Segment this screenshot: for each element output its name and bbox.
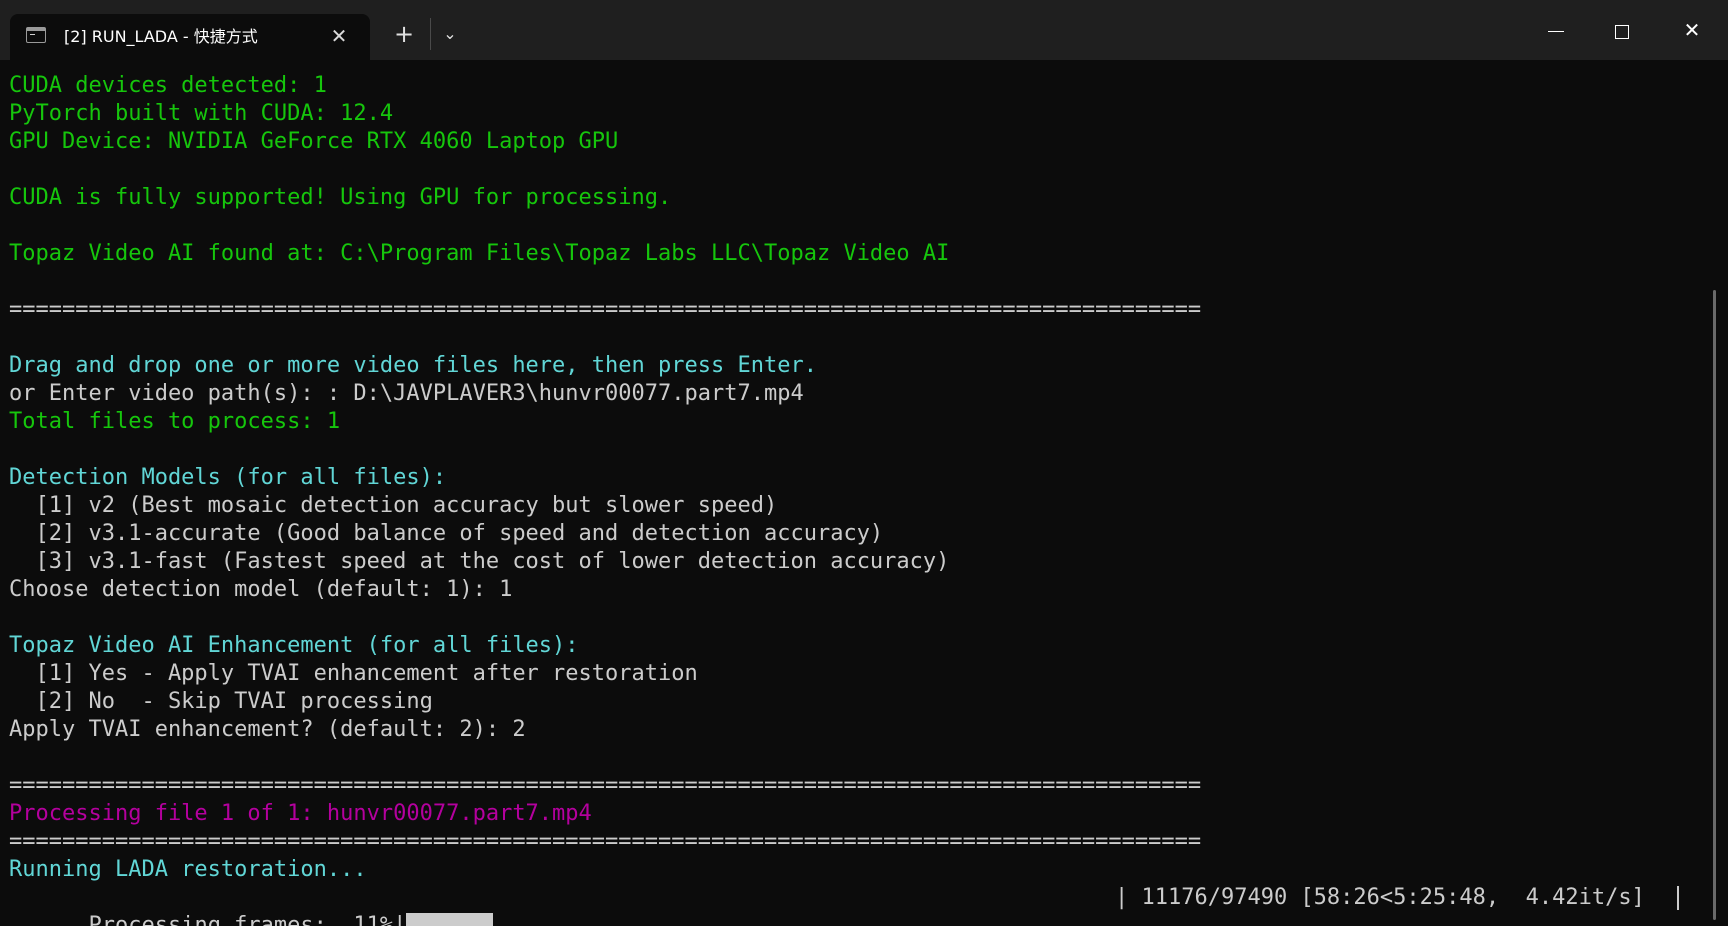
title-bar: [2] RUN_LADA - 快捷方式 ✕ + ⌄ ✕ — [0, 0, 1728, 60]
scrollbar[interactable] — [1713, 290, 1716, 920]
progress-label: Processing frames: 11%| — [88, 913, 407, 926]
maximize-icon — [1615, 24, 1629, 39]
terminal-line: Topaz Video AI Enhancement (for all file… — [9, 633, 579, 658]
terminal-window: [2] RUN_LADA - 快捷方式 ✕ + ⌄ ✕ CUDA devices… — [0, 0, 1728, 926]
terminal-line: [2] No - Skip TVAI processing — [9, 689, 433, 714]
terminal-line: Topaz Video AI found at: C:\Program File… — [9, 241, 950, 266]
terminal-line: Detection Models (for all files): — [9, 465, 447, 490]
tab-close-icon[interactable]: ✕ — [328, 25, 350, 47]
terminal-line: Processing file 1 of 1: hunvr00077.part7… — [9, 801, 592, 826]
text-cursor — [1677, 886, 1679, 910]
new-tab-button[interactable]: + — [390, 20, 418, 48]
terminal-line: CUDA devices detected: 1 — [9, 73, 327, 98]
terminal-line: [3] v3.1-fast (Fastest speed at the cost… — [9, 549, 950, 574]
maximize-button[interactable] — [1599, 10, 1645, 50]
terminal-line: Total files to process: 1 — [9, 409, 341, 434]
close-window-button[interactable]: ✕ — [1669, 10, 1715, 50]
tab-dropdown-button[interactable]: ⌄ — [436, 20, 464, 48]
terminal-line: Apply TVAI enhancement? (default: 2): 2 — [9, 717, 526, 742]
terminal-line: GPU Device: NVIDIA GeForce RTX 4060 Lapt… — [9, 129, 619, 154]
progress-line: Processing frames: 11%| | 11176/97490 [5… — [9, 884, 1699, 926]
terminal-line: Choose detection model (default: 1): 1 — [9, 577, 513, 602]
progress-bar-fill — [406, 913, 494, 926]
terminal-line: Running LADA restoration... — [9, 857, 367, 882]
terminal-line: ========================================… — [9, 773, 1202, 798]
terminal-output[interactable]: CUDA devices detected: 1 PyTorch built wi… — [9, 72, 1699, 926]
terminal-line: ========================================… — [9, 829, 1202, 854]
terminal-line: ========================================… — [9, 297, 1202, 322]
tab-divider — [430, 18, 431, 50]
terminal-icon — [26, 27, 46, 43]
terminal-line: Drag and drop one or more video files he… — [9, 353, 817, 378]
minimize-button[interactable] — [1533, 10, 1579, 50]
terminal-line: [1] Yes - Apply TVAI enhancement after r… — [9, 661, 698, 686]
terminal-line: [1] v2 (Best mosaic detection accuracy b… — [9, 493, 778, 518]
tab-title: [2] RUN_LADA - 快捷方式 — [64, 27, 258, 46]
minimize-icon — [1548, 31, 1564, 32]
terminal-line: CUDA is fully supported! Using GPU for p… — [9, 185, 672, 210]
tab-run-lada[interactable]: [2] RUN_LADA - 快捷方式 ✕ — [10, 14, 370, 60]
terminal-line: or Enter video path(s): : D:\JAVPLAVER3\… — [9, 381, 804, 406]
terminal-line: [2] v3.1-accurate (Good balance of speed… — [9, 521, 884, 546]
terminal-line: PyTorch built with CUDA: 12.4 — [9, 101, 394, 126]
progress-stats: | 11176/97490 [58:26<5:25:48, 4.42it/s] — [1115, 885, 1645, 910]
